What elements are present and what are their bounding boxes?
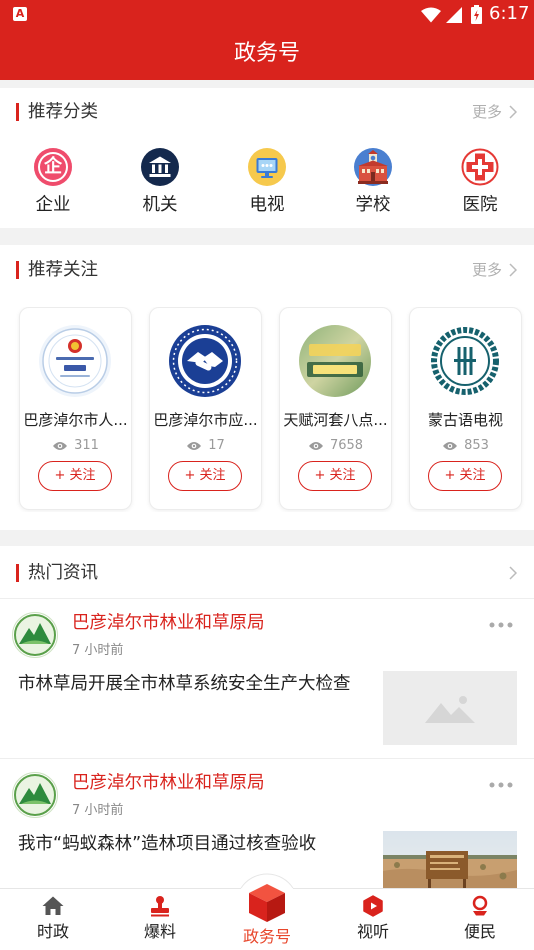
tab-politics[interactable]: 时政 bbox=[8, 889, 98, 950]
news-title[interactable]: 我市“蚂蚁森林”造林项目通过核查验收 bbox=[18, 832, 376, 856]
section-title: 推荐关注 bbox=[28, 260, 98, 280]
wifi-icon bbox=[421, 7, 441, 23]
follow-card[interactable]: 天赋河套八点... 7658 + 关注 bbox=[279, 307, 392, 510]
more-link[interactable]: 更多 bbox=[472, 101, 502, 123]
eye-icon bbox=[187, 442, 202, 450]
chevron-right-icon[interactable] bbox=[509, 566, 517, 580]
news-timestamp: 7 小时前 bbox=[72, 803, 124, 818]
enterprise-icon: 企 bbox=[34, 148, 72, 186]
school-icon bbox=[354, 148, 392, 186]
news-timestamp: 7 小时前 bbox=[72, 643, 124, 658]
tab-gov-accounts[interactable]: 政务号 bbox=[222, 884, 312, 950]
battery-icon bbox=[471, 5, 482, 24]
category-label: 机关 bbox=[142, 195, 178, 215]
category-school[interactable]: 学校 bbox=[333, 148, 413, 220]
news-thumbnail bbox=[383, 671, 517, 745]
news-broadcast-logo bbox=[299, 325, 371, 397]
app-header: A 6:17 政务号 bbox=[0, 0, 534, 80]
account-name: 蒙古语电视 bbox=[427, 411, 503, 429]
view-count: 311 bbox=[20, 438, 131, 454]
chevron-right-icon[interactable] bbox=[509, 263, 517, 277]
view-count: 853 bbox=[410, 438, 521, 454]
follow-button[interactable]: + 关注 bbox=[298, 461, 372, 491]
tab-label: 便民 bbox=[463, 922, 496, 941]
eye-icon bbox=[53, 442, 68, 450]
view-count: 17 bbox=[150, 438, 261, 454]
section-accent-bar bbox=[16, 261, 19, 279]
news-source-name[interactable]: 巴彦淖尔市林业和草原局 bbox=[72, 771, 265, 795]
tv-icon bbox=[248, 148, 286, 186]
page-title: 政务号 bbox=[233, 41, 300, 66]
government-building-icon bbox=[141, 148, 179, 186]
notification-icon: A bbox=[13, 7, 27, 21]
follow-card[interactable]: 巴彦淖尔市人... 311 + 关注 bbox=[19, 307, 132, 510]
play-hexagon-icon bbox=[363, 895, 383, 917]
view-count-value: 17 bbox=[208, 438, 225, 453]
category-hospital[interactable]: 医院 bbox=[440, 148, 520, 220]
eye-icon bbox=[443, 442, 458, 450]
more-options-icon[interactable] bbox=[488, 779, 514, 791]
section-title: 推荐分类 bbox=[28, 102, 98, 122]
cube-icon bbox=[249, 884, 285, 922]
procuratorate-logo bbox=[39, 325, 111, 397]
category-tv[interactable]: 电视 bbox=[227, 148, 307, 220]
category-label: 企业 bbox=[35, 195, 71, 215]
bottom-tab-bar: 时政 爆料 政务号 视听 便民 bbox=[0, 873, 534, 950]
category-label: 学校 bbox=[355, 195, 391, 215]
news-title[interactable]: 市林草局开展全市林草系统安全生产大检查 bbox=[18, 672, 376, 696]
account-name: 巴彦淖尔市应... bbox=[153, 411, 258, 429]
view-count-value: 7658 bbox=[329, 438, 364, 453]
follow-button[interactable]: + 关注 bbox=[428, 461, 502, 491]
category-label: 医院 bbox=[462, 195, 498, 215]
news-source-name[interactable]: 巴彦淖尔市林业和草原局 bbox=[72, 611, 265, 635]
forestry-bureau-logo bbox=[12, 772, 58, 818]
view-count-value: 853 bbox=[464, 438, 489, 453]
account-name: 天赋河套八点... bbox=[283, 411, 388, 429]
view-count: 7658 bbox=[280, 438, 391, 454]
tab-label: 爆料 bbox=[143, 922, 176, 941]
stamp-icon bbox=[151, 896, 169, 917]
person-pin-icon bbox=[472, 895, 488, 916]
section-title: 热门资讯 bbox=[28, 563, 98, 583]
follow-button[interactable]: + 关注 bbox=[38, 461, 112, 491]
news-item[interactable]: 巴彦淖尔市林业和草原局 7 小时前 市林草局开展全市林草系统安全生产大检查 bbox=[0, 599, 534, 758]
view-count-value: 311 bbox=[74, 438, 99, 453]
category-government[interactable]: 机关 bbox=[120, 148, 200, 220]
forestry-bureau-logo bbox=[12, 612, 58, 658]
tab-label: 视听 bbox=[356, 922, 389, 941]
chevron-right-icon[interactable] bbox=[509, 105, 517, 119]
signal-icon bbox=[446, 7, 462, 23]
account-name: 巴彦淖尔市人... bbox=[23, 411, 128, 429]
recommended-follows-section: 推荐关注 更多 巴彦淖尔市人... 311 + 关注 巴彦淖尔市应... 17 … bbox=[0, 245, 534, 530]
follow-cards-carousel[interactable]: 巴彦淖尔市人... 311 + 关注 巴彦淖尔市应... 17 + 关注 天赋河… bbox=[0, 307, 534, 512]
emergency-management-logo bbox=[169, 325, 241, 397]
tab-video-audio[interactable]: 视听 bbox=[328, 889, 418, 950]
more-options-icon[interactable] bbox=[488, 619, 514, 631]
follow-card[interactable]: 蒙古语电视 853 + 关注 bbox=[409, 307, 522, 510]
recommended-categories-section: 推荐分类 更多 企 企业 机关 电视 学校 医院 bbox=[0, 88, 534, 228]
status-time: 6:17 bbox=[489, 3, 530, 24]
more-link[interactable]: 更多 bbox=[472, 259, 502, 281]
eye-icon bbox=[308, 442, 323, 450]
mongolian-tv-logo bbox=[429, 325, 501, 397]
section-accent-bar bbox=[16, 564, 19, 582]
tab-label: 时政 bbox=[36, 922, 69, 941]
image-placeholder-icon bbox=[425, 696, 475, 723]
category-label: 电视 bbox=[249, 195, 285, 215]
category-enterprise[interactable]: 企 企业 bbox=[13, 148, 93, 220]
tab-label: 政务号 bbox=[242, 927, 291, 946]
follow-button[interactable]: + 关注 bbox=[168, 461, 242, 491]
tab-services[interactable]: 便民 bbox=[435, 889, 525, 950]
hospital-cross-icon bbox=[461, 148, 499, 186]
section-accent-bar bbox=[16, 103, 19, 121]
tab-tip-off[interactable]: 爆料 bbox=[115, 889, 205, 950]
home-icon bbox=[42, 896, 64, 915]
follow-card[interactable]: 巴彦淖尔市应... 17 + 关注 bbox=[149, 307, 262, 510]
